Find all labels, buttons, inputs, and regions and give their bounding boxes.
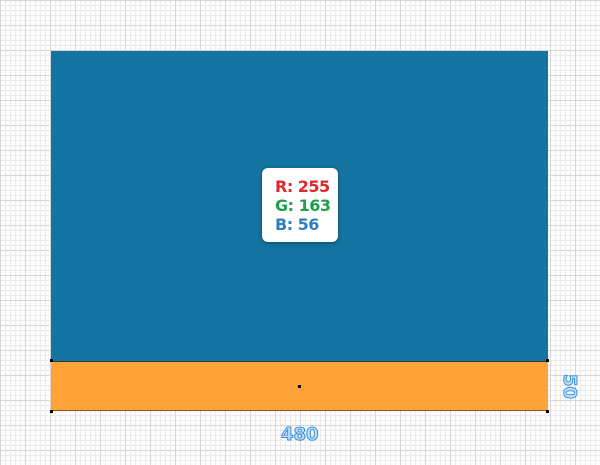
resize-handle-top-right[interactable] bbox=[546, 359, 549, 362]
rgb-color-card: R: 255 G: 163 B: 56 bbox=[262, 168, 338, 242]
width-label: 480 bbox=[281, 424, 320, 446]
resize-handle-top-left[interactable] bbox=[50, 359, 53, 362]
resize-handle-bottom-left[interactable] bbox=[50, 410, 53, 413]
center-point bbox=[298, 385, 301, 388]
red-value: R: 255 bbox=[275, 176, 330, 196]
blue-value: B: 56 bbox=[275, 214, 319, 234]
green-value: G: 163 bbox=[275, 195, 331, 215]
height-label: 50 bbox=[559, 373, 581, 400]
orange-rectangle-selected[interactable] bbox=[51, 361, 548, 411]
resize-handle-bottom-right[interactable] bbox=[546, 410, 549, 413]
